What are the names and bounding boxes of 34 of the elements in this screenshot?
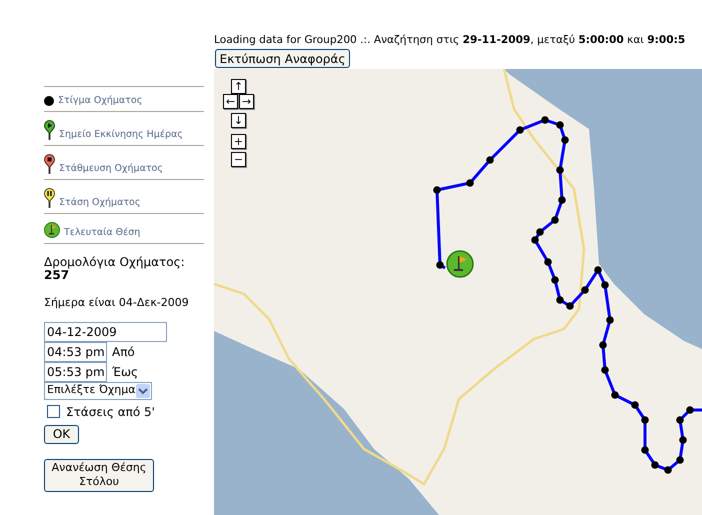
legend-label: Στάθμευση Οχήματος bbox=[59, 163, 163, 174]
pin-icon bbox=[44, 154, 55, 174]
flag-icon bbox=[44, 222, 60, 238]
today-date-text: Σήμερα είναι 04-Δεκ-2009 bbox=[44, 295, 190, 311]
map[interactable]: ↑ ← → ↓ + − bbox=[214, 69, 702, 515]
legend-label: Τελευταία Θέση bbox=[64, 227, 140, 238]
map-control-button[interactable]: ↑ bbox=[231, 79, 246, 94]
map-control-button[interactable]: − bbox=[231, 152, 246, 167]
map-control-button[interactable]: ↓ bbox=[231, 113, 246, 128]
routes-label: Δρομολόγια Οχήματος: bbox=[44, 256, 186, 269]
dropdown-caret-icon bbox=[136, 384, 150, 398]
status-text: Loading data for Group200 .:. Αναζήτηση στις 29-11-2009, μεταξύ 5:00:00 και 9:00:5 bbox=[214, 33, 686, 47]
stops-checkbox-label: Στάσεις από 5' bbox=[66, 404, 155, 420]
ok-button[interactable]: OK bbox=[44, 424, 79, 444]
to-time-field[interactable]: 05:53 pm bbox=[44, 362, 107, 382]
map-control-button[interactable]: → bbox=[239, 94, 254, 109]
routes-count: 257 bbox=[44, 269, 70, 282]
map-control-button[interactable]: ← bbox=[223, 94, 238, 109]
vehicle-select[interactable]: Επιλέξτε Όχημα bbox=[44, 382, 152, 400]
flag-marker-icon bbox=[446, 250, 474, 278]
legend-label: Στάση Οχήματος bbox=[59, 197, 140, 208]
print-report-button[interactable]: Εκτύπωση Αναφοράς bbox=[215, 49, 350, 68]
date-field[interactable]: 04-12-2009 bbox=[44, 322, 167, 342]
pin-icon bbox=[44, 120, 55, 140]
from-label: Από bbox=[112, 344, 135, 360]
refresh-button[interactable]: Ανανέωση Θέσης Στόλου bbox=[44, 458, 154, 492]
to-label: Έως bbox=[112, 364, 138, 380]
legend-label: Στίγμα Οχήματος bbox=[58, 95, 142, 106]
from-time-field[interactable]: 04:53 pm bbox=[44, 342, 107, 362]
stops-checkbox[interactable] bbox=[47, 405, 60, 418]
dot-icon bbox=[44, 96, 54, 106]
map-control-button[interactable]: + bbox=[231, 134, 246, 149]
pin-icon bbox=[44, 188, 55, 208]
legend-label: Σημείο Εκκίνησης Ημέρας bbox=[59, 129, 183, 140]
